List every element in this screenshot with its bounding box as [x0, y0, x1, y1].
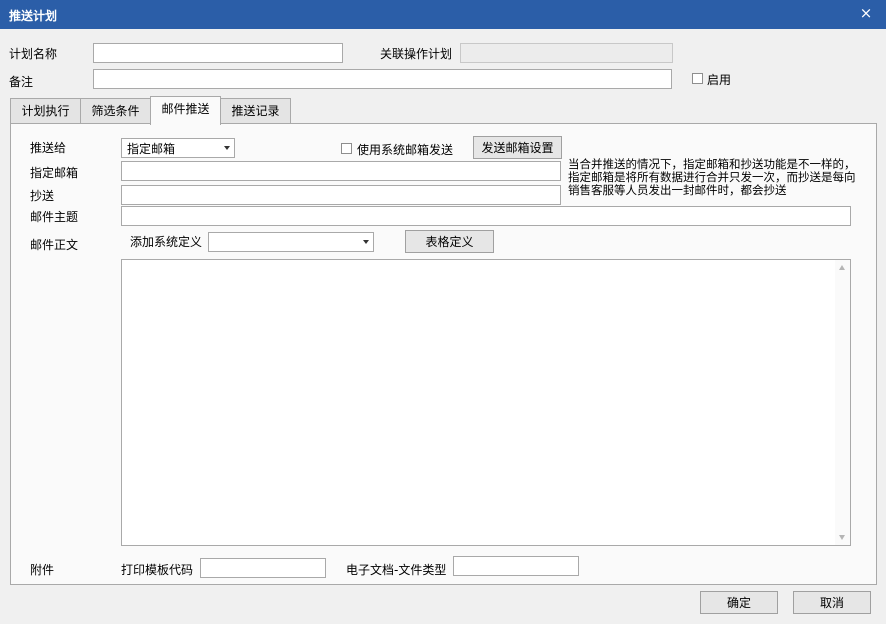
scroll-up-icon[interactable] — [839, 265, 845, 270]
use-system-mail-label: 使用系统邮箱发送 — [357, 143, 454, 157]
ok-button[interactable]: 确定 — [700, 591, 778, 614]
push-to-label: 推送给 — [30, 141, 67, 155]
add-system-def-label: 添加系统定义 — [130, 235, 203, 249]
linked-plan-input[interactable] — [460, 43, 673, 63]
tab-push-records[interactable]: 推送记录 — [220, 98, 291, 124]
remark-input[interactable] — [93, 69, 672, 89]
table-def-button[interactable]: 表格定义 — [405, 230, 494, 253]
close-icon[interactable]: × — [858, 4, 874, 22]
body-label: 邮件正文 — [30, 238, 79, 252]
body-textarea[interactable] — [121, 259, 851, 546]
push-to-select[interactable]: 指定邮箱 — [121, 138, 235, 158]
print-template-label: 打印模板代码 — [121, 563, 194, 577]
cancel-button[interactable]: 取消 — [793, 591, 871, 614]
plan-name-input[interactable] — [93, 43, 343, 63]
chevron-down-icon — [363, 240, 369, 244]
subject-label: 邮件主题 — [30, 210, 79, 224]
mail-settings-button[interactable]: 发送邮箱设置 — [473, 136, 562, 159]
tab-filter-conditions[interactable]: 筛选条件 — [80, 98, 151, 124]
use-system-mail-checkbox[interactable] — [341, 143, 352, 154]
vertical-scrollbar[interactable] — [835, 260, 850, 545]
enable-label: 启用 — [707, 73, 732, 87]
doc-type-input[interactable] — [453, 556, 579, 576]
tab-plan-execution[interactable]: 计划执行 — [10, 98, 81, 124]
merge-push-note: 当合并推送的情况下，指定邮箱和抄送功能是不一样的， 指定邮箱是将所有数据进行合并… — [568, 158, 873, 197]
enable-checkbox[interactable] — [692, 73, 703, 84]
note-line: 销售客服等人员发出一封邮件时，都会抄送 — [568, 183, 787, 197]
linked-plan-label: 关联操作计划 — [380, 47, 453, 61]
chevron-down-icon — [224, 146, 230, 150]
window-title: 推送计划 — [9, 9, 58, 23]
remark-label: 备注 — [9, 75, 34, 89]
attachment-label: 附件 — [30, 563, 55, 577]
add-system-def-select[interactable] — [208, 232, 374, 252]
cc-label: 抄送 — [30, 189, 55, 203]
doc-type-label: 电子文档-文件类型 — [346, 563, 447, 577]
cc-input[interactable] — [121, 185, 561, 205]
push-to-value: 指定邮箱 — [127, 142, 176, 156]
scroll-down-icon[interactable] — [839, 535, 845, 540]
print-template-input[interactable] — [200, 558, 326, 578]
tab-email-push[interactable]: 邮件推送 — [150, 96, 221, 125]
target-mail-label: 指定邮箱 — [30, 166, 79, 180]
subject-input[interactable] — [121, 206, 851, 226]
target-mail-input[interactable] — [121, 161, 561, 181]
plan-name-label: 计划名称 — [9, 47, 58, 61]
title-bar: 推送计划 × — [0, 0, 886, 29]
